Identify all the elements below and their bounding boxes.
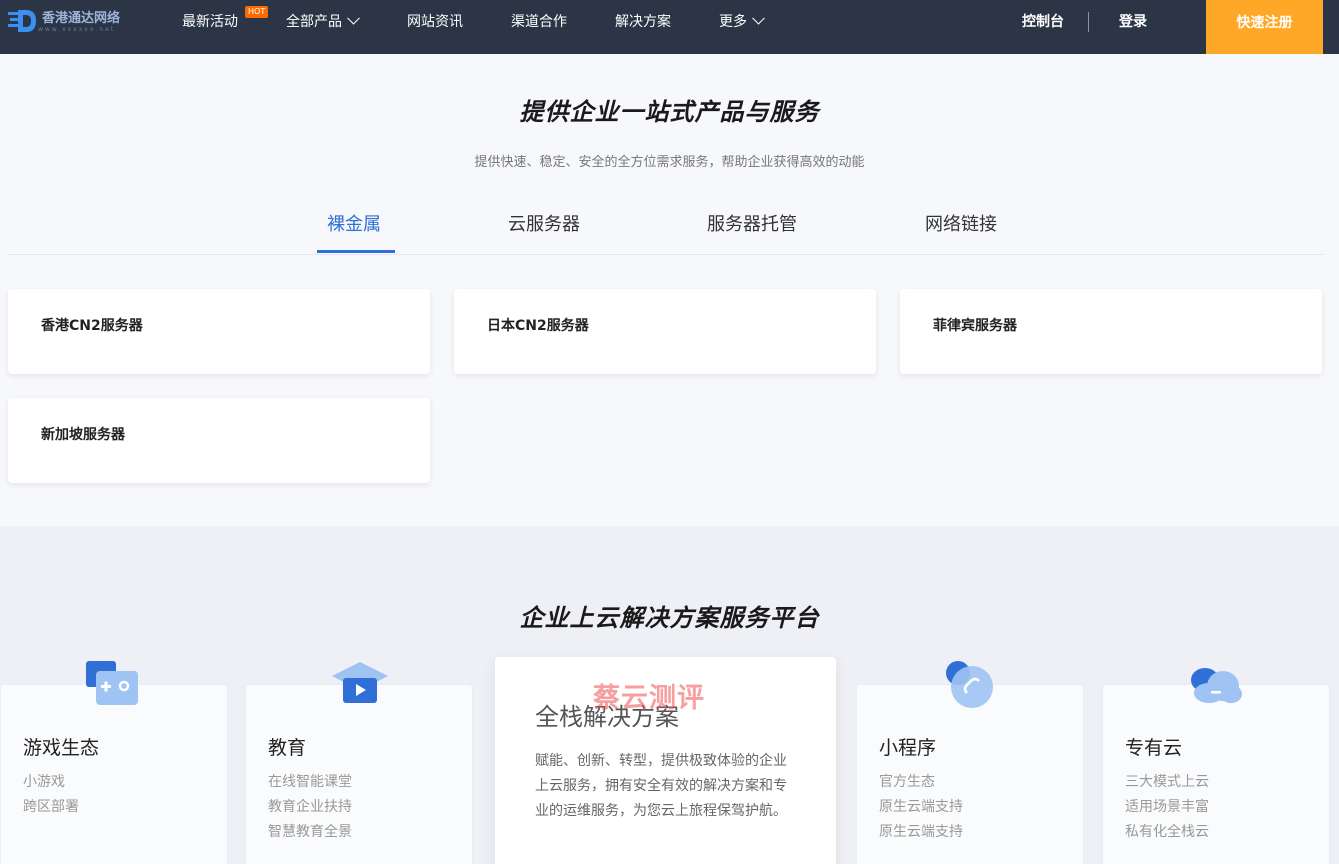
- solution-title: 专有云: [1125, 737, 1183, 759]
- tab-bare-metal[interactable]: 裸金属: [327, 212, 381, 238]
- solution-line: 适用场景丰富: [1125, 799, 1209, 815]
- product-card-label: 日本CN2服务器: [487, 318, 589, 334]
- solution-line: 三大模式上云: [1125, 774, 1209, 790]
- nav-item-label: 最新活动: [182, 14, 238, 30]
- solution-line: 教育企业扶持: [268, 799, 352, 815]
- nav-item-label: 网站资讯: [407, 14, 463, 30]
- solutions-title: 企业上云解决方案服务平台: [519, 604, 820, 632]
- products-subtitle: 提供快速、稳定、安全的全方位需求服务，帮助企业获得高效的动能: [474, 155, 865, 170]
- tab-server-hosting[interactable]: 服务器托管: [707, 212, 797, 238]
- solution-line: 私有化全栈云: [1125, 824, 1209, 840]
- solution-line: 原生云端支持: [879, 824, 963, 840]
- product-card-ph[interactable]: 菲律宾服务器: [900, 289, 1322, 374]
- gamepad-icon: [86, 661, 140, 711]
- nav-item-products[interactable]: 全部产品: [286, 11, 360, 32]
- products-title: 提供企业一站式产品与服务: [519, 98, 820, 126]
- nav-item-more[interactable]: 更多: [719, 11, 765, 32]
- solution-line: 跨区部署: [23, 799, 79, 815]
- console-link[interactable]: 控制台: [1022, 12, 1064, 32]
- solution-line: 小游戏: [23, 774, 65, 790]
- solution-card-education[interactable]: 教育 在线智能课堂 教育企业扶持 智慧教育全景: [245, 684, 473, 864]
- nav-divider: [1088, 12, 1089, 32]
- mini-program-icon: [945, 660, 995, 714]
- product-card-sg[interactable]: 新加坡服务器: [8, 398, 430, 483]
- hot-badge: HOT: [245, 6, 269, 18]
- nav-item-channel[interactable]: 渠道合作: [511, 12, 567, 32]
- tab-network-link[interactable]: 网络链接: [925, 212, 997, 238]
- product-card-label: 菲律宾服务器: [933, 318, 1017, 334]
- nav-item-label: 解决方案: [615, 14, 671, 30]
- logo-icon: [8, 8, 38, 36]
- product-card-label: 新加坡服务器: [41, 427, 125, 443]
- tab-divider: [8, 254, 1324, 255]
- product-card-hk[interactable]: 香港CN2服务器: [8, 289, 430, 374]
- watermark: 蔡云测评: [593, 683, 705, 714]
- solution-line: 智慧教育全景: [268, 824, 352, 840]
- top-nav: 香港通达网络 www.xxxxxx.net 最新活动 HOT 全部产品 网站资讯…: [0, 0, 1339, 54]
- solution-title: 教育: [268, 737, 307, 759]
- logo[interactable]: 香港通达网络 www.xxxxxx.net: [8, 8, 120, 36]
- solution-title: 游戏生态: [23, 737, 100, 759]
- chevron-down-icon: [347, 11, 360, 25]
- nav-item-news[interactable]: 网站资讯: [407, 12, 463, 32]
- nav-item-solutions[interactable]: 解决方案: [615, 12, 671, 32]
- solution-card-private-cloud[interactable]: 专有云 三大模式上云 适用场景丰富 私有化全栈云: [1102, 684, 1330, 864]
- nav-item-label: 全部产品: [286, 14, 342, 30]
- graduation-cap-icon: [332, 662, 388, 708]
- cloud-icon: [1189, 664, 1243, 710]
- solution-line: 在线智能课堂: [268, 774, 352, 790]
- signup-button[interactable]: 快速注册: [1206, 0, 1323, 54]
- logo-subtext: www.xxxxxx.net: [38, 25, 116, 33]
- nav-item-latest[interactable]: 最新活动: [182, 12, 238, 32]
- solution-line: 官方生态: [879, 774, 935, 790]
- solution-title: 小程序: [879, 737, 937, 759]
- nav-item-label: 渠道合作: [511, 14, 567, 30]
- product-card-label: 香港CN2服务器: [41, 318, 143, 334]
- product-card-jp[interactable]: 日本CN2服务器: [454, 289, 876, 374]
- solution-line: 原生云端支持: [879, 799, 963, 815]
- solution-card-game[interactable]: 游戏生态 小游戏 跨区部署: [0, 684, 228, 864]
- featured-description: 赋能、创新、转型，提供极致体验的企业上云服务，拥有安全有效的解决方案和专业的运维…: [535, 753, 787, 819]
- tab-cloud-server[interactable]: 云服务器: [508, 212, 580, 238]
- active-tab-indicator: [317, 250, 395, 253]
- nav-item-label: 更多: [719, 14, 747, 30]
- login-link[interactable]: 登录: [1119, 12, 1147, 32]
- logo-text: 香港通达网络: [42, 10, 121, 26]
- chevron-down-icon: [752, 11, 765, 25]
